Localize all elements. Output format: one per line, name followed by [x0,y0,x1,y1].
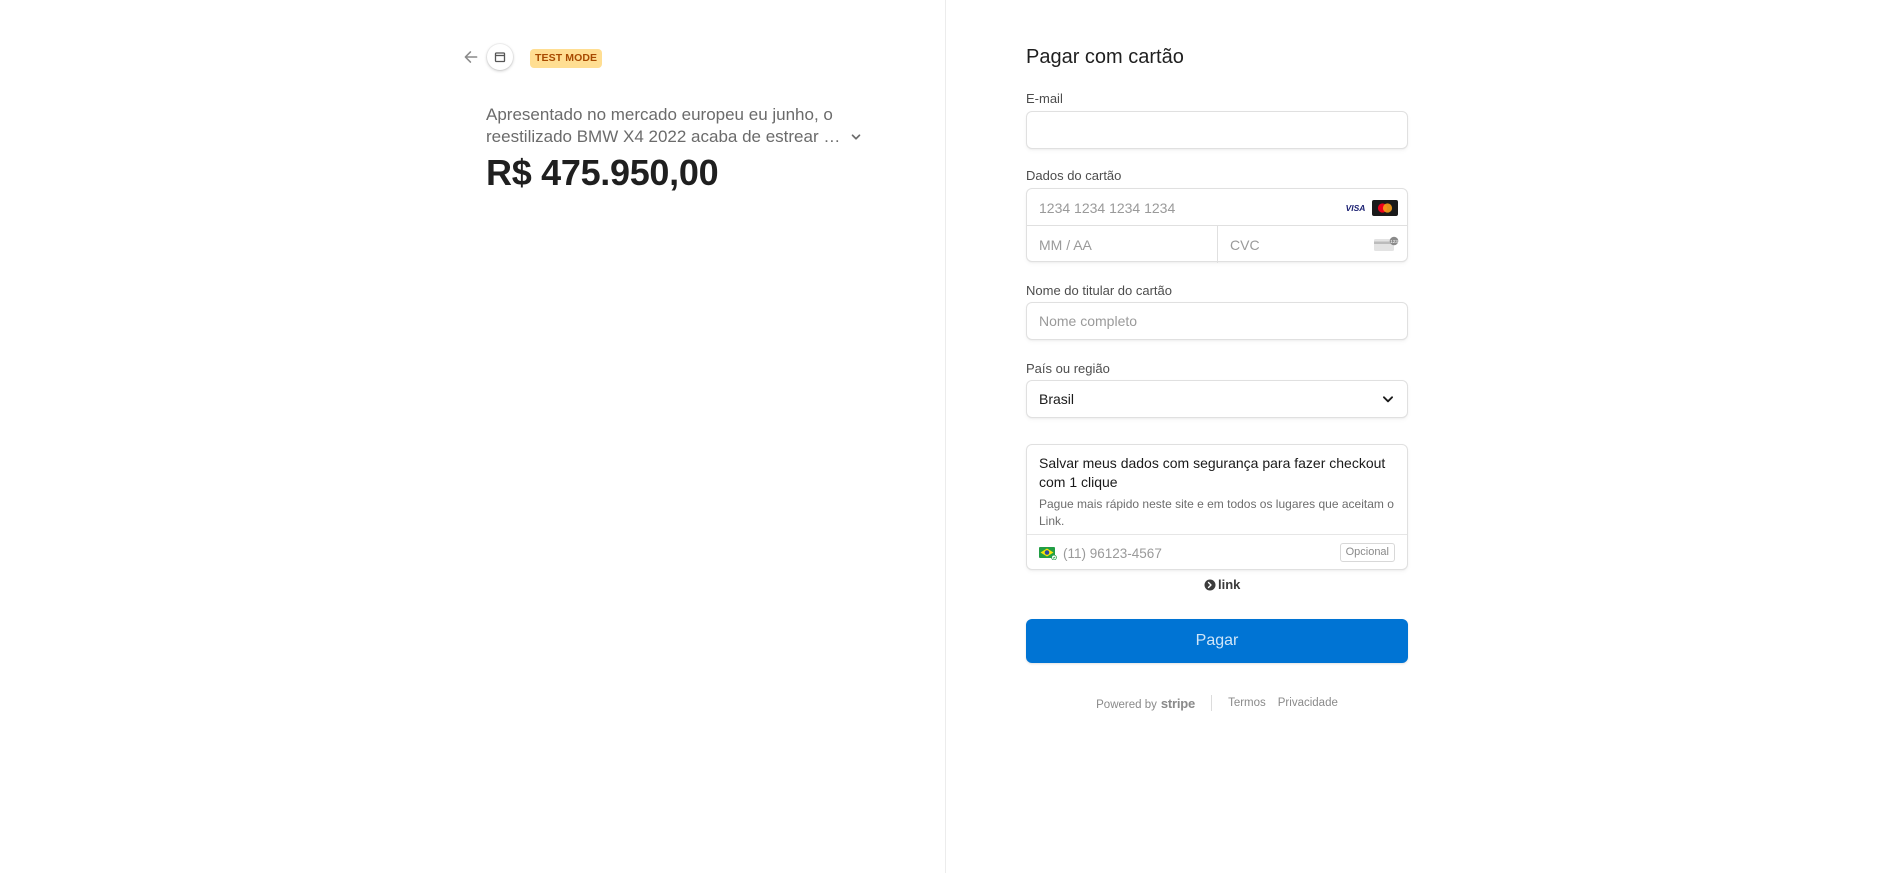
country-select[interactable]: Brasil [1026,380,1408,418]
card-number-field[interactable] [1039,198,1329,218]
footer-separator [1211,695,1213,711]
card-details-group: VISA 123 [1026,188,1408,263]
back-arrow-icon[interactable] [462,48,480,66]
cvc-card-icon: 123 [1374,236,1399,251]
link-logo: link [1204,577,1240,592]
visa-icon: VISA [1343,201,1368,215]
cardholder-name-field[interactable] [1026,302,1408,340]
terms-link[interactable]: Termos [1228,697,1266,709]
privacy-link[interactable]: Privacidade [1278,697,1338,709]
svg-text:123: 123 [1390,239,1398,244]
card-label: Dados do cartão [1026,168,1122,183]
store-icon [494,52,506,63]
email-label: E-mail [1026,91,1063,106]
product-description: Apresentado no mercado europeu eu junho,… [486,104,866,148]
test-mode-badge: TEST MODE [530,49,603,68]
card-row-separator [1217,226,1218,263]
product-description-line2: reestilizado BMW X4 2022 acaba de estrea… [486,127,841,146]
pay-button[interactable]: Pagar [1026,619,1408,663]
cvc-field[interactable] [1230,235,1360,255]
link-save-text: Salvar meus dados com segurança para faz… [1039,454,1395,530]
country-label: País ou região [1026,361,1110,376]
phone-field[interactable] [1063,543,1313,563]
order-summary-pane: TEST MODE Apresentado no mercado europeu… [0,0,945,873]
link-save-title: Salvar meus dados com segurança para faz… [1039,455,1386,490]
expiry-field[interactable] [1039,235,1209,255]
country-select-value: Brasil [1039,391,1075,407]
powered-by-text: Powered by [1096,698,1157,711]
chevron-down-icon [1382,396,1394,403]
mastercard-icon [1372,200,1398,216]
link-box-separator [1027,534,1407,535]
store-button[interactable] [487,44,513,70]
optional-badge: Opcional [1339,543,1395,562]
cardholder-name-label: Nome do titular do cartão [1026,283,1172,298]
footer: Powered by stripe Termos Privacidade [1026,695,1408,711]
link-save-box: Salvar meus dados com segurança para faz… [1026,444,1408,570]
link-arrow-icon [1204,579,1216,590]
link-logo-text: link [1218,577,1241,592]
stripe-logo: stripe [1160,695,1196,711]
pane-divider [945,0,946,873]
powered-by-stripe[interactable]: Powered by stripe [1096,696,1195,711]
email-field[interactable] [1026,111,1408,149]
link-save-subtitle: Pague mais rápido neste site e em todos … [1039,497,1394,528]
product-description-line1: Apresentado no mercado europeu eu junho,… [486,105,833,124]
product-description-row[interactable]: reestilizado BMW X4 2022 acaba de estrea… [486,126,866,148]
chevron-down-icon[interactable] [849,130,863,144]
brazil-flag-icon[interactable] [1039,547,1057,560]
total-price: R$ 475.950,00 [486,152,719,193]
svg-text:VISA: VISA [1346,203,1366,213]
form-title: Pagar com cartão [1026,46,1184,68]
